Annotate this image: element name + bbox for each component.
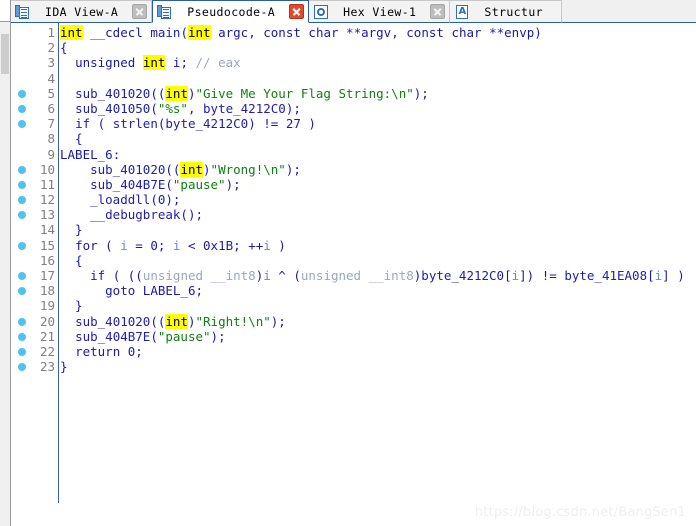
code-line[interactable]: 23} xyxy=(11,359,696,374)
code-line[interactable]: 19 } xyxy=(11,298,696,313)
line-number: 19 xyxy=(39,298,55,314)
tab-ida-view-a[interactable]: IDA View-A xyxy=(11,0,153,23)
line-number: 14 xyxy=(39,222,55,238)
code-line[interactable]: 7 if ( strlen(byte_4212C0) != 27 ) xyxy=(11,116,696,131)
tab-label-ida-view-a: IDA View-A xyxy=(45,4,119,19)
tab-close-hex-view-1[interactable] xyxy=(430,4,446,19)
code-line-text[interactable]: if ( ((unsigned __int8)i ^ (unsigned __i… xyxy=(60,268,685,283)
left-vertical-scrollbar[interactable] xyxy=(0,0,11,526)
code-line-text[interactable]: } xyxy=(60,222,83,237)
code-line-text[interactable]: sub_401020((int)"Wrong!\n"); xyxy=(60,161,301,177)
code-line-text[interactable]: _loaddll(0); xyxy=(60,192,180,207)
line-number: 4 xyxy=(47,70,55,86)
code-line-text[interactable]: { xyxy=(60,40,68,55)
code-line-text[interactable]: for ( i = 0; i < 0x1B; ++i ) xyxy=(60,238,286,253)
code-line[interactable]: 1 int __cdecl main(int argc, const char *… xyxy=(11,25,696,40)
line-number: 2 xyxy=(47,40,55,56)
code-line-text[interactable]: int __cdecl main(int argc, const char **… xyxy=(60,25,542,40)
code-line[interactable]: 2{ xyxy=(11,40,696,55)
watermark-text: https://blog.csdn.net/BangSen1 xyxy=(474,505,686,520)
code-line[interactable]: 21 sub_404B7E("pause"); xyxy=(11,329,696,344)
code-line-list: 1 int __cdecl main(int argc, const char *… xyxy=(11,25,696,374)
line-number: 6 xyxy=(47,100,55,116)
code-line[interactable]: 17 if ( ((unsigned __int8)i ^ (unsigned … xyxy=(11,268,696,283)
line-number: 21 xyxy=(39,328,55,344)
line-number: 15 xyxy=(39,237,55,253)
code-line[interactable]: 13 __debugbreak(); xyxy=(11,207,696,222)
tab-structures[interactable]: A Structur xyxy=(450,0,562,23)
view-tab-bar: IDA View-A Pseudocode-A Hex View-1 A Str… xyxy=(11,0,696,23)
code-line-text[interactable]: sub_401020((int)"Right!\n"); xyxy=(60,313,286,329)
tab-pseudocode-a[interactable]: Pseudocode-A xyxy=(152,0,310,23)
code-line-text[interactable]: } xyxy=(60,359,68,374)
line-number: 23 xyxy=(39,359,55,375)
line-number: 8 xyxy=(47,131,55,147)
line-number: 5 xyxy=(47,85,55,101)
code-line[interactable]: 22 return 0; xyxy=(11,344,696,359)
line-number: 11 xyxy=(39,176,55,192)
code-line[interactable]: 15 for ( i = 0; i < 0x1B; ++i ) xyxy=(11,238,696,253)
line-number: 10 xyxy=(39,161,55,177)
code-line-text[interactable]: if ( strlen(byte_4212C0) != 27 ) xyxy=(60,116,316,131)
code-line[interactable]: 3 unsigned int i; // eax xyxy=(11,55,696,71)
tab-close-ida-view-a[interactable] xyxy=(132,4,148,19)
code-line-text[interactable]: } xyxy=(60,298,83,313)
line-number: 22 xyxy=(39,343,55,359)
tab-label-hex-view-1: Hex View-1 xyxy=(343,4,417,19)
code-line-text[interactable]: { xyxy=(60,253,83,268)
tab-hex-view-1[interactable]: Hex View-1 xyxy=(309,0,451,23)
code-line[interactable]: 9 LABEL_6: xyxy=(11,147,696,162)
line-number: 18 xyxy=(39,283,55,299)
line-number: 20 xyxy=(39,313,55,329)
tab-close-pseudocode-a[interactable] xyxy=(289,4,305,19)
code-line-text[interactable]: sub_404B7E("pause"); xyxy=(60,177,241,192)
line-number: 9 xyxy=(47,146,55,162)
code-line-text[interactable]: goto LABEL_6; xyxy=(60,283,203,298)
code-line-text[interactable]: LABEL_6: xyxy=(60,147,120,162)
document-icon xyxy=(157,4,173,20)
code-line[interactable]: 8 { xyxy=(11,131,696,146)
structures-icon: A xyxy=(454,4,470,20)
code-line[interactable]: 16 { xyxy=(11,253,696,268)
scrollbar-thumb[interactable] xyxy=(1,34,9,74)
code-line[interactable]: 11 sub_404B7E("pause"); xyxy=(11,177,696,192)
tab-label-pseudocode-a: Pseudocode-A xyxy=(187,4,276,19)
code-line[interactable]: 20 sub_401020((int)"Right!\n"); xyxy=(11,313,696,329)
hex-view-icon xyxy=(313,4,329,20)
code-line-text[interactable]: sub_401050("%s", byte_4212C0); xyxy=(60,101,301,116)
code-line-text[interactable]: return 0; xyxy=(60,344,143,359)
line-number: 16 xyxy=(39,252,55,268)
tab-label-structures: Structur xyxy=(484,4,543,19)
scrollbar-top-cap xyxy=(0,0,10,22)
code-line[interactable]: 18 goto LABEL_6; xyxy=(11,283,696,298)
line-number: 13 xyxy=(39,207,55,223)
code-line-text[interactable]: __debugbreak(); xyxy=(60,207,203,222)
pseudocode-editor[interactable]: 1 int __cdecl main(int argc, const char *… xyxy=(11,23,696,526)
line-number: 3 xyxy=(47,55,55,71)
line-number: 7 xyxy=(47,116,55,132)
document-icon xyxy=(15,4,31,20)
code-line[interactable]: 14 } xyxy=(11,222,696,237)
line-number: 1 xyxy=(47,25,55,40)
ida-pro-window: IDA View-A Pseudocode-A Hex View-1 A Str… xyxy=(0,0,696,526)
code-line[interactable]: 4 xyxy=(11,71,696,86)
code-line[interactable]: 10 sub_401020((int)"Wrong!\n"); xyxy=(11,161,696,177)
line-number: 17 xyxy=(39,268,55,283)
code-line-text[interactable]: unsigned int i; // eax xyxy=(60,55,241,71)
code-line[interactable]: 5 sub_401020((int)"Give Me Your Flag Str… xyxy=(11,85,696,101)
code-line-text[interactable]: { xyxy=(60,131,83,146)
code-line-text[interactable]: sub_404B7E("pause"); xyxy=(60,329,226,344)
line-number: 12 xyxy=(39,192,55,208)
code-line[interactable]: 12 _loaddll(0); xyxy=(11,192,696,207)
code-line-text[interactable]: sub_401020((int)"Give Me Your Flag Strin… xyxy=(60,85,429,101)
code-line[interactable]: 6 sub_401050("%s", byte_4212C0); xyxy=(11,101,696,116)
